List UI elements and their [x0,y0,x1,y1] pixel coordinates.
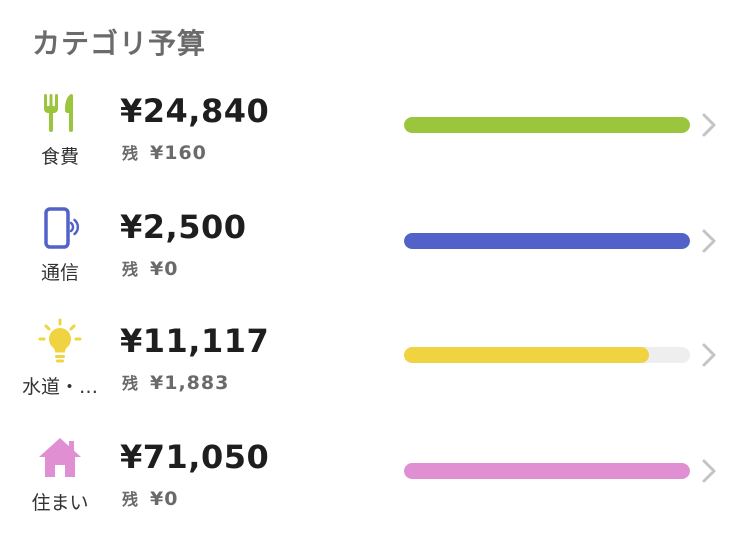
house-icon [36,434,84,482]
category-row-housing[interactable]: 住まい ¥71,050 残 ¥0 [0,434,750,544]
remaining-value: ¥0 [150,258,179,280]
budget-progress-bar [404,347,690,363]
remaining-value: ¥1,883 [150,372,230,394]
budget-progress-fill [404,463,690,479]
category-name: 水道・… [21,376,98,398]
lightbulb-icon [36,318,84,366]
budget-progress-bar [404,463,690,479]
chevron-right-icon[interactable] [698,228,720,254]
category-remaining: 残 ¥0 [122,256,178,280]
category-row-communication[interactable]: 通信 ¥2,500 残 ¥0 [0,204,750,314]
chevron-right-icon[interactable] [698,458,720,484]
remaining-value: ¥160 [150,142,207,164]
remaining-label: 残 [122,490,139,509]
category-remaining: 残 ¥160 [122,140,207,164]
budget-progress-fill [404,117,690,133]
category-amount: ¥24,840 [120,92,270,130]
budget-progress-bar [404,233,690,249]
remaining-label: 残 [122,144,139,163]
category-row-utilities[interactable]: 水道・… ¥11,117 残 ¥1,883 [0,318,750,428]
chevron-right-icon[interactable] [698,112,720,138]
budget-progress-fill [404,347,649,363]
page-title: カテゴリ予算 [32,27,207,60]
chevron-right-icon[interactable] [698,342,720,368]
smartphone-icon [36,204,84,252]
category-amount: ¥11,117 [120,322,270,360]
category-name: 食費 [40,146,79,168]
category-remaining: 残 ¥1,883 [122,370,229,394]
category-name: 住まい [31,492,89,514]
remaining-label: 残 [122,260,139,279]
budget-progress-bar [404,117,690,133]
category-remaining: 残 ¥0 [122,486,178,510]
category-row-food[interactable]: 食費 ¥24,840 残 ¥160 [0,88,750,198]
remaining-value: ¥0 [150,488,179,510]
category-amount: ¥71,050 [120,438,270,476]
remaining-label: 残 [122,374,139,393]
budget-progress-fill [404,233,690,249]
category-amount: ¥2,500 [120,208,247,246]
fork-knife-icon [36,88,84,136]
category-name: 通信 [40,262,79,284]
